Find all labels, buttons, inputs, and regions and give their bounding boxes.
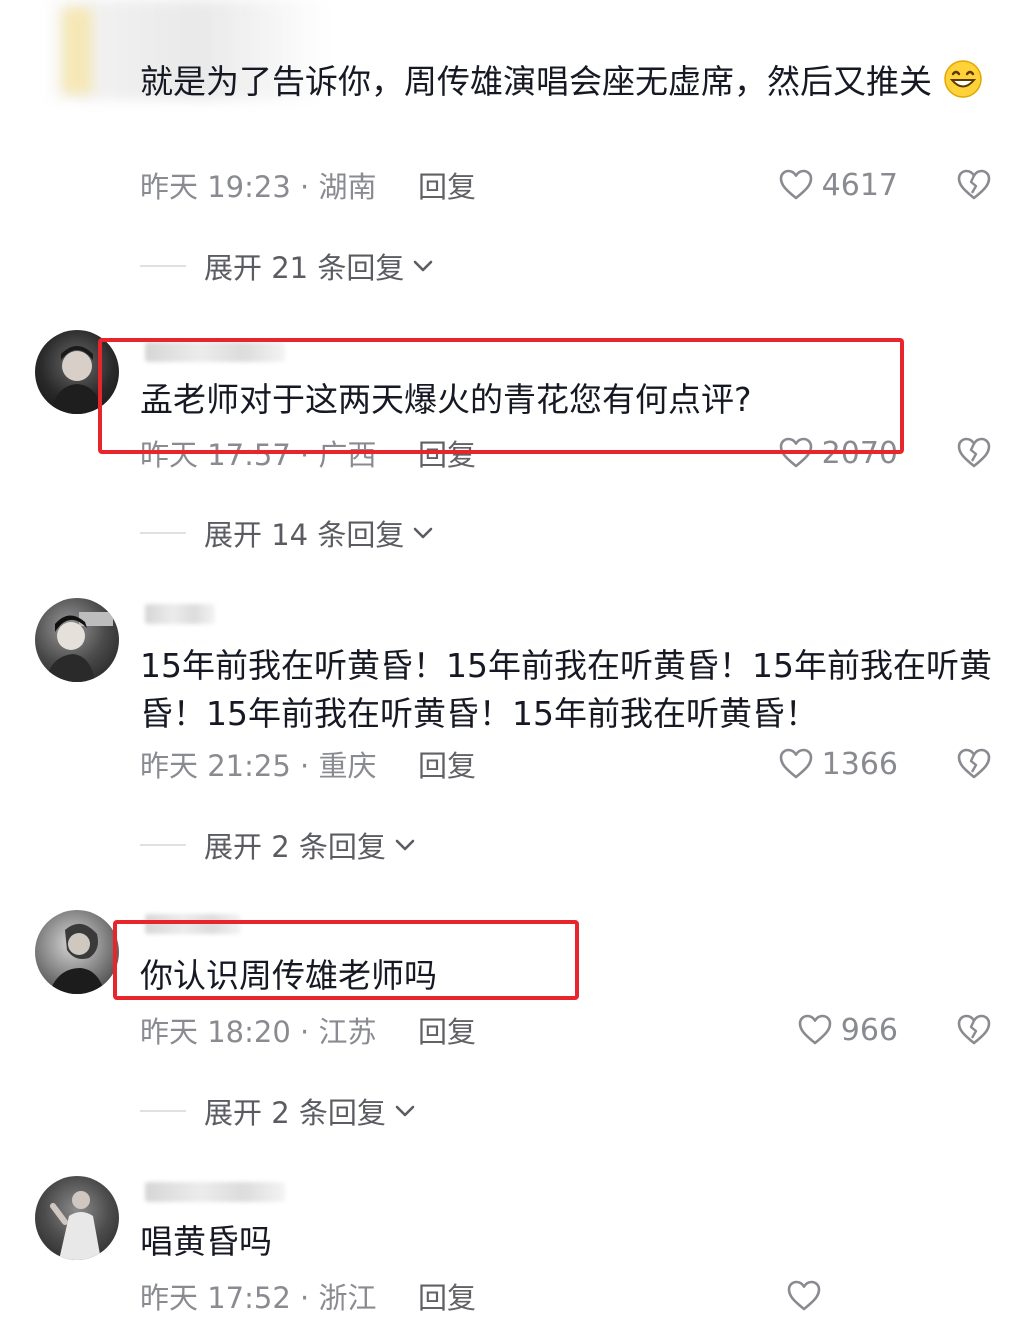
heart-outline-icon	[779, 748, 812, 779]
comment-text-content: 就是为了告诉你，周传雄演唱会座无虚席，然后又推关	[140, 62, 932, 101]
reply-button[interactable]: 回复	[418, 164, 476, 206]
broken-heart-icon[interactable]	[956, 167, 992, 203]
divider	[140, 844, 186, 846]
avatar[interactable]	[35, 598, 119, 682]
heart-outline-icon	[779, 169, 812, 200]
like-button[interactable]	[786, 1277, 830, 1315]
avatar-portrait	[45, 612, 113, 682]
chevron-down-icon	[395, 1105, 415, 1117]
heart-outline-icon	[798, 1014, 832, 1045]
divider	[140, 532, 186, 534]
comment-time-location: 昨天 18:20 · 江苏	[140, 1015, 377, 1049]
expand-replies-label: 展开 14 条回复	[204, 518, 405, 552]
like-count: 4617	[821, 167, 898, 203]
expand-replies-label: 展开 2 条回复	[204, 830, 386, 864]
chevron-down-icon	[395, 839, 415, 851]
comment-time-location: 昨天 17:52 · 浙江	[140, 1281, 377, 1315]
expand-replies-button[interactable]: 展开 2 条回复	[140, 1091, 418, 1131]
comment-meta: 昨天 19:23 · 湖南 回复 4617	[140, 164, 1000, 204]
heart-outline-icon	[787, 1280, 821, 1311]
highlight-box	[113, 920, 579, 1000]
reply-button[interactable]: 回复	[418, 1009, 476, 1051]
comment-text: 唱黄昏吗	[140, 1222, 272, 1261]
broken-heart-icon[interactable]	[956, 1012, 992, 1048]
avatar-portrait	[49, 923, 105, 994]
avatar-portrait	[50, 1191, 101, 1260]
chevron-down-icon	[414, 260, 433, 272]
divider	[140, 1110, 186, 1112]
comment-meta: 昨天 17:52 · 浙江 回复	[140, 1275, 1000, 1315]
avatar[interactable]	[35, 910, 119, 994]
username-blurred	[145, 1182, 285, 1202]
like-button[interactable]: 4617	[778, 166, 898, 204]
reply-button[interactable]: 回复	[418, 1275, 476, 1317]
expand-replies-button[interactable]: 展开 21 条回复	[140, 246, 436, 286]
like-button[interactable]: 1366	[778, 745, 898, 783]
highlight-box	[98, 338, 904, 454]
username-blurred	[145, 604, 215, 624]
grinning-face-icon	[943, 60, 982, 98]
comment-text: 就是为了告诉你，周传雄演唱会座无虚席，然后又推关	[140, 58, 1000, 106]
expand-replies-button[interactable]: 展开 2 条回复	[140, 825, 418, 865]
divider	[140, 265, 186, 267]
expand-replies-button[interactable]: 展开 14 条回复	[140, 513, 436, 553]
expand-replies-label: 展开 2 条回复	[204, 1096, 386, 1130]
like-button[interactable]: 966	[797, 1011, 898, 1049]
broken-heart-icon[interactable]	[956, 435, 992, 471]
comment-list: 就是为了告诉你，周传雄演唱会座无虚席，然后又推关 昨天 19:23 · 湖南 回…	[0, 0, 1020, 1332]
comment-meta: 昨天 21:25 · 重庆 回复 1366	[140, 743, 1000, 783]
broken-heart-icon[interactable]	[956, 746, 992, 782]
avatar[interactable]	[35, 1176, 119, 1260]
blurred-avatar-accent	[62, 8, 92, 94]
chevron-down-icon	[414, 527, 433, 539]
comment-text: 15年前我在听黄昏！15年前我在听黄昏！15年前我在听黄昏！15年前我在听黄昏！…	[140, 646, 992, 733]
expand-replies-label: 展开 21 条回复	[204, 251, 405, 285]
like-count: 1366	[821, 746, 898, 782]
comment-time-location: 昨天 19:23 · 湖南	[140, 170, 377, 204]
comment-meta: 昨天 18:20 · 江苏 回复 966	[140, 1009, 1000, 1049]
like-count: 966	[840, 1012, 898, 1048]
reply-button[interactable]: 回复	[418, 743, 476, 785]
comment-time-location: 昨天 21:25 · 重庆	[140, 749, 377, 783]
